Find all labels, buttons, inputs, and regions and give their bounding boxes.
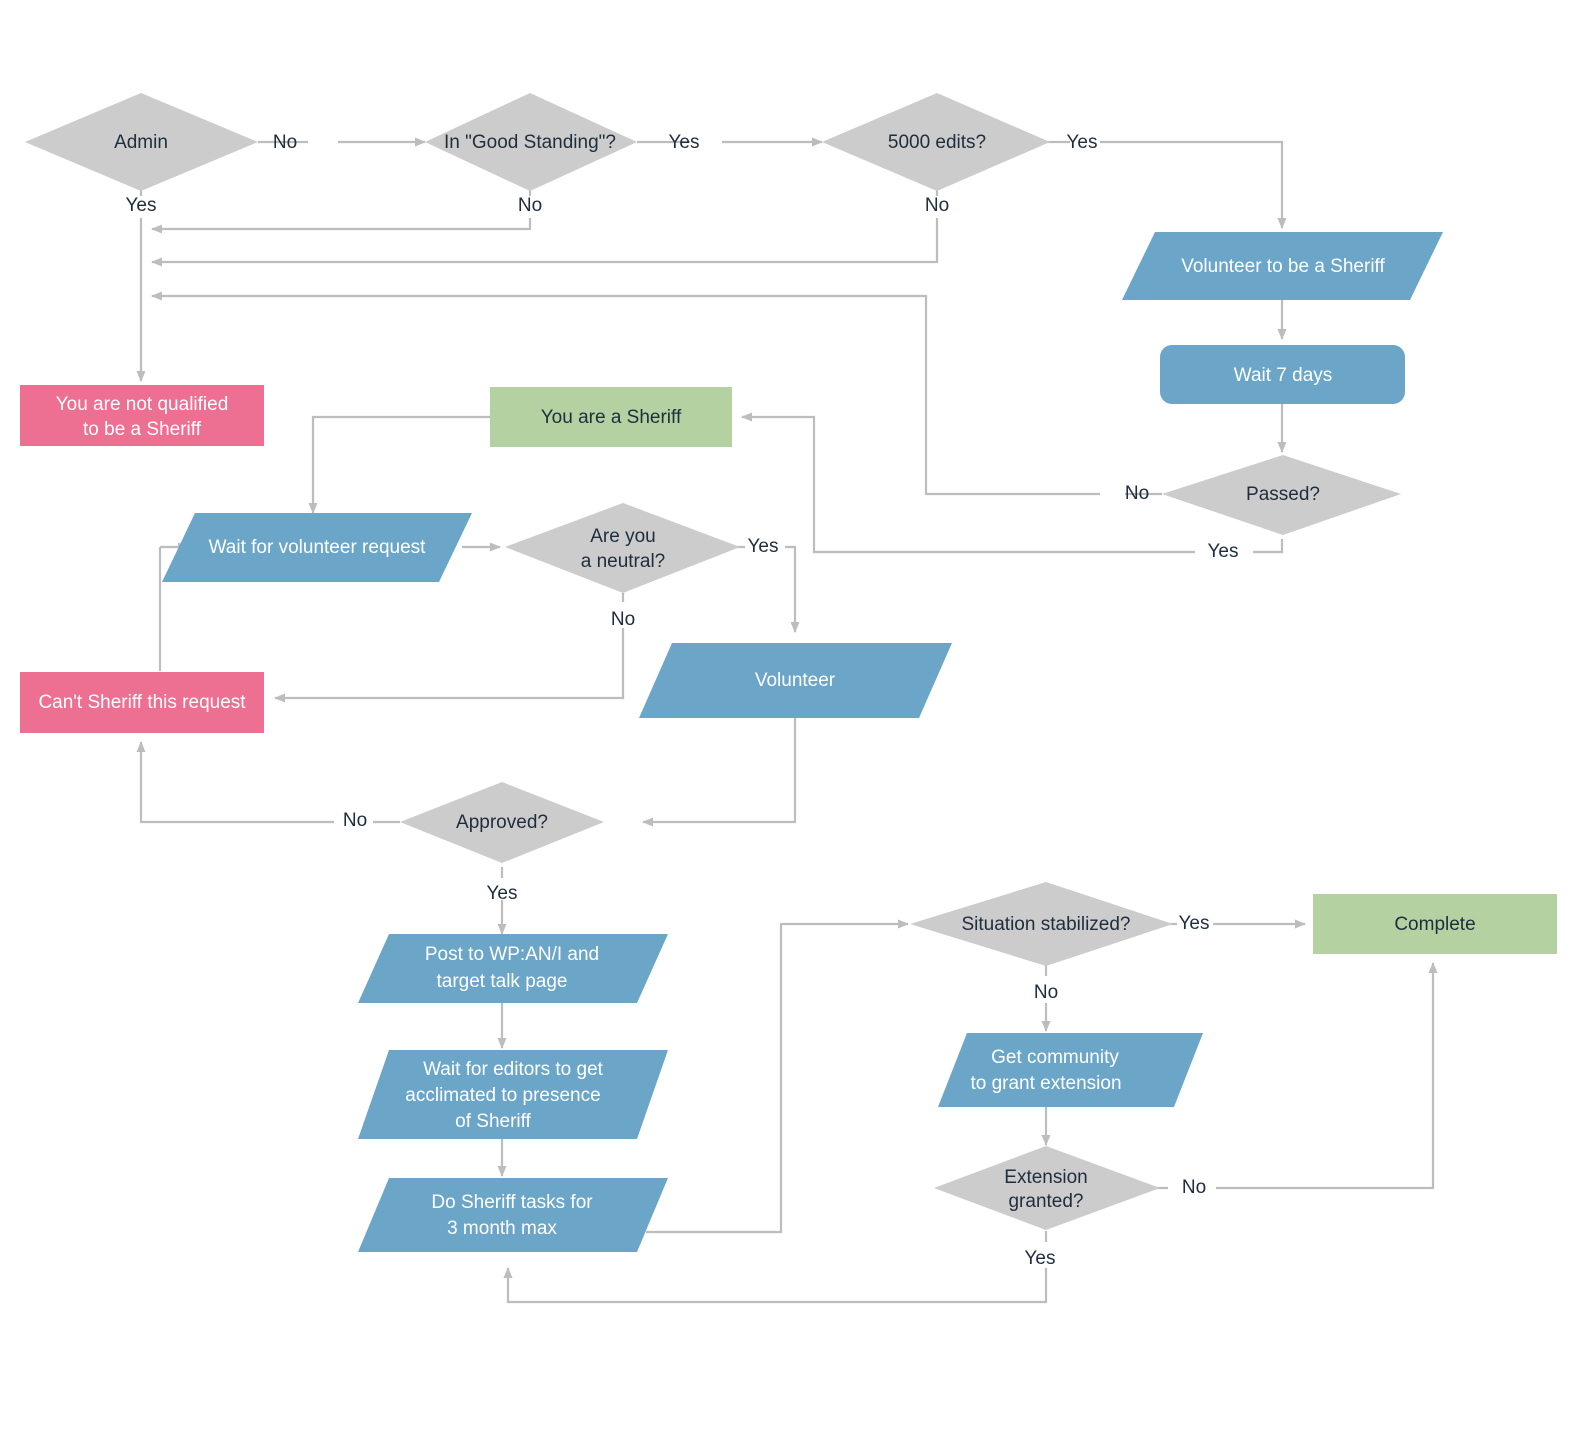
node-wait-request[interactable]: Wait for volunteer request (162, 513, 472, 582)
edge-neutral-no-to-cant (274, 628, 625, 703)
edge-label-standing-no: No (518, 195, 542, 216)
passed-label: Passed? (1246, 484, 1320, 505)
wait-editors-label-line1: Wait for editors to get (423, 1059, 604, 1080)
edge-label-ext-yes: Yes (1025, 1248, 1056, 1269)
edge-dotasks-to-stabilized (646, 919, 909, 1234)
node-not-qualified[interactable]: You are not qualified to be a Sheriff (20, 385, 264, 446)
approved-label: Approved? (456, 812, 548, 833)
get-extension-label-line1: Get community (991, 1047, 1119, 1068)
edge-approved-no-to-cant (136, 741, 334, 824)
get-extension-parallelogram-shape (938, 1033, 1203, 1107)
node-wait-editors[interactable]: Wait for editors to get acclimated to pr… (358, 1050, 668, 1139)
stabilized-label: Situation stabilized? (962, 914, 1131, 935)
edge-volunteer-to-approved (642, 718, 797, 827)
node-passed[interactable]: Passed? (1162, 455, 1401, 535)
edge-ext-no-to-complete (1216, 962, 1438, 1190)
node-volunteer-sheriff[interactable]: Volunteer to be a Sheriff (1122, 232, 1443, 300)
edge-label-edits-no: No (925, 195, 949, 216)
do-tasks-label-line1: Do Sheriff tasks for (431, 1192, 593, 1213)
cant-sheriff-label: Can't Sheriff this request (38, 692, 246, 713)
neutral-label-line1: Are you (590, 526, 655, 547)
do-tasks-parallelogram-shape (358, 1178, 668, 1252)
post-wp-label-line1: Post to WP:AN/I and (425, 944, 599, 965)
node-post-wp[interactable]: Post to WP:AN/I and target talk page (358, 934, 668, 1003)
not-qualified-label-line2: to be a Sheriff (83, 419, 202, 440)
edge-label-approved-yes: Yes (487, 883, 518, 904)
neutral-label-line2: a neutral? (581, 551, 666, 572)
node-you-are-sheriff[interactable]: You are a Sheriff (490, 387, 732, 447)
volunteer-sheriff-label: Volunteer to be a Sheriff (1181, 256, 1385, 277)
edge-neutral-yes-to-volunteer (785, 545, 800, 633)
edge-passed-yes-stub (1253, 539, 1284, 554)
edge-label-standing-yes: Yes (669, 132, 700, 153)
node-complete[interactable]: Complete (1313, 894, 1557, 954)
do-tasks-label-line2: 3 month max (447, 1218, 557, 1239)
edge-label-neutral-yes: Yes (748, 536, 779, 557)
wait-request-label: Wait for volunteer request (209, 537, 427, 558)
connectors (136, 137, 1438, 1304)
node-neutral[interactable]: Are you a neutral? (505, 503, 740, 593)
node-approved[interactable]: Approved? (400, 782, 604, 863)
wait-editors-label-line2: acclimated to presence (405, 1085, 600, 1106)
ext-granted-label-line1: Extension (1004, 1167, 1087, 1188)
edge-standing-no-to-spine (151, 218, 532, 234)
node-volunteer[interactable]: Volunteer (639, 643, 952, 718)
edge-sheriff-to-waitrequest (308, 415, 490, 514)
edge-label-stabilized-yes: Yes (1179, 913, 1210, 934)
node-stabilized[interactable]: Situation stabilized? (910, 882, 1173, 966)
node-cant-sheriff[interactable]: Can't Sheriff this request (20, 672, 264, 733)
admin-label: Admin (114, 132, 168, 153)
good-standing-label: In "Good Standing"? (444, 132, 616, 153)
flowchart-canvas: Admin In "Good Standing"? 5000 edits? Vo… (0, 0, 1578, 1434)
edge-label-approved-no: No (343, 810, 367, 831)
neutral-diamond-shape (505, 503, 740, 593)
edge-label-neutral-no: No (611, 609, 635, 630)
edge-label-passed-no: No (1125, 483, 1149, 504)
edge-label-edits-yes: Yes (1067, 132, 1098, 153)
node-edits[interactable]: 5000 edits? (822, 93, 1050, 191)
edge-ext-yes-to-dotasks (503, 1267, 1048, 1304)
node-admin[interactable]: Admin (25, 93, 258, 191)
not-qualified-label-line1: You are not qualified (56, 394, 229, 415)
edge-label-ext-no: No (1182, 1177, 1206, 1198)
node-wait-7-days[interactable]: Wait 7 days (1160, 345, 1405, 404)
edge-edits-no-to-spine (151, 218, 939, 267)
edits-label: 5000 edits? (888, 132, 986, 153)
edge-label-passed-yes: Yes (1208, 541, 1239, 562)
wait-editors-label-line3: of Sheriff (455, 1111, 531, 1132)
flowchart-svg: Admin In "Good Standing"? 5000 edits? Vo… (20, 93, 1557, 1304)
wait-7-days-label: Wait 7 days (1234, 365, 1333, 386)
post-wp-label-line2: target talk page (437, 971, 568, 992)
node-get-extension[interactable]: Get community to grant extension (938, 1033, 1203, 1107)
node-ext-granted[interactable]: Extension granted? (934, 1146, 1160, 1230)
node-do-tasks[interactable]: Do Sheriff tasks for 3 month max (358, 1178, 668, 1252)
edge-label-admin-no: No (273, 132, 297, 153)
you-are-sheriff-label: You are a Sheriff (541, 407, 682, 428)
edge-edits-yes-to-volunteer (1100, 140, 1287, 229)
node-good-standing[interactable]: In "Good Standing"? (425, 93, 637, 191)
ext-granted-label-line2: granted? (1008, 1191, 1083, 1212)
complete-label: Complete (1394, 914, 1475, 935)
get-extension-label-line2: to grant extension (970, 1073, 1121, 1094)
edge-label-stabilized-no: No (1034, 982, 1058, 1003)
volunteer-label: Volunteer (755, 670, 836, 691)
edge-label-admin-yes: Yes (126, 195, 157, 216)
